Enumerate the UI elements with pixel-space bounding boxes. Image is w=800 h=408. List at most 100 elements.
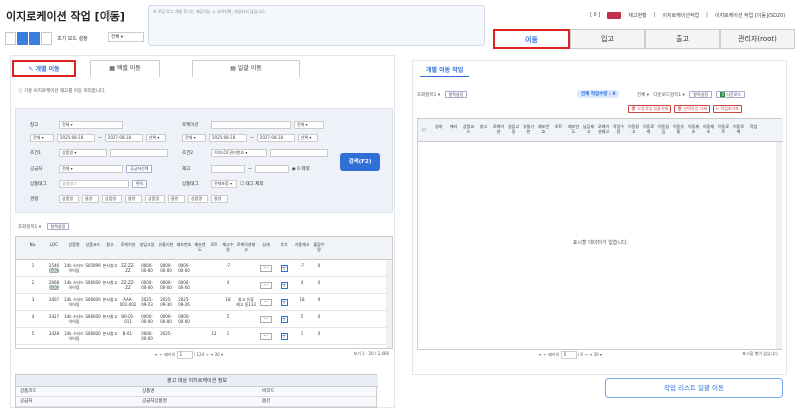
table-row[interactable]: 3 3407 14k 스터드 이어링 S06000 본사창고 AAA-001-002 202… bbox=[16, 294, 392, 311]
add-button[interactable]: + bbox=[280, 316, 288, 323]
col-header[interactable]: 유통기한 bbox=[157, 242, 175, 247]
cond2-select[interactable]: 이지LOC관리번호 ▾ bbox=[211, 149, 267, 157]
col-header[interactable]: 로케이션 bbox=[492, 124, 505, 134]
tag-button[interactable]: 편의 bbox=[132, 180, 148, 188]
add-button[interactable]: + bbox=[280, 282, 288, 289]
col-header[interactable]: 로케이션재고 bbox=[597, 124, 610, 134]
detail-button[interactable]: ⋯ bbox=[260, 265, 272, 272]
col-header[interactable]: LOC bbox=[45, 242, 63, 247]
col-header[interactable]: 이동실입 bbox=[657, 124, 670, 134]
date-to[interactable]: 2027-08-18 bbox=[104, 134, 143, 142]
delete-error-button[interactable]: 🗑 오류작업 일괄삭제 bbox=[628, 105, 672, 113]
location-input[interactable] bbox=[211, 121, 291, 129]
col-header[interactable]: No. bbox=[22, 242, 44, 247]
supplier-button[interactable]: 공급처선택 bbox=[126, 165, 153, 173]
download-select[interactable]: 다운로드항목1 ▾ bbox=[653, 93, 684, 98]
detail-button[interactable]: ⋯ bbox=[260, 299, 272, 306]
settings-icon[interactable]: ⚙ bbox=[104, 10, 113, 19]
detail-button[interactable]: ⋯ bbox=[260, 282, 272, 289]
tab-admin[interactable]: 관리자(root) bbox=[720, 29, 795, 49]
tab-individual-move[interactable]: ✎ 개별 이동 bbox=[12, 60, 76, 77]
tab-individual-work[interactable]: 개별 이동 작업 bbox=[420, 63, 470, 77]
memo-textarea[interactable]: ※ 로딩 로그 개발 로그는 제공기능 시 사라지며, 저장되지 않습니다. bbox=[148, 5, 485, 46]
tab-outbound[interactable]: 출고 bbox=[645, 29, 720, 49]
table-row[interactable]: 1 2546 LOC 14k 스터드 이어링 S05999 본사창고 ZZ-ZZ-ZZ 000… bbox=[16, 260, 392, 277]
col-header[interactable]: 남김재고 bbox=[582, 124, 595, 134]
cond1-select[interactable]: 상품명 ▾ bbox=[59, 149, 107, 157]
column-settings-button[interactable]: 항목설정 bbox=[46, 223, 70, 230]
tab-bulk-move[interactable]: ▤ 일괄 이동 bbox=[192, 60, 300, 77]
col-header[interactable]: 제조연도 bbox=[567, 124, 580, 134]
bulk-move-button[interactable]: 작업 리스트 일괄 이동 bbox=[605, 378, 783, 398]
col-header[interactable]: 상품코드 bbox=[85, 242, 101, 247]
table-row[interactable]: 2 2668 LOC 14k 스터드 이어링 S06000 본사창고 ZZ-ZZ-ZZ 000… bbox=[16, 277, 392, 294]
tab-move[interactable]: 이동 bbox=[493, 29, 570, 49]
tag-input[interactable]: 상품태그 bbox=[59, 180, 129, 188]
col-header[interactable]: 제조번호 bbox=[176, 242, 192, 247]
toggle-left-icon[interactable] bbox=[5, 32, 16, 45]
col-header[interactable]: 이동로케 bbox=[642, 124, 655, 134]
table-row[interactable]: 5 3428 14k 스터드 이어링 S06000 본사창고 B-01- 0000-00-0… bbox=[16, 328, 392, 345]
add-button[interactable]: + bbox=[280, 299, 288, 306]
scrollbar[interactable] bbox=[386, 260, 392, 348]
col-header[interactable]: 상품명 bbox=[64, 242, 84, 247]
col-header[interactable]: 실입고일 bbox=[507, 124, 520, 134]
col-header[interactable]: 로케이션재고 bbox=[236, 242, 256, 252]
col-header[interactable]: 이동로케 bbox=[732, 124, 745, 134]
select-all-checkbox[interactable]: ☐ bbox=[422, 127, 426, 132]
col-header[interactable]: 에러 bbox=[447, 124, 460, 129]
col-header[interactable]: 이동로트 bbox=[717, 124, 730, 134]
init-mode-select[interactable]: 전체 ▾ bbox=[108, 32, 144, 42]
col-header[interactable]: 유통기한 bbox=[522, 124, 535, 134]
date-from[interactable]: 2025-08-18 bbox=[57, 134, 95, 142]
stock-zero-radio[interactable]: ◉ 0 제외 bbox=[292, 166, 310, 172]
col-header[interactable]: 로케이션 bbox=[119, 242, 137, 247]
col-header[interactable]: 상태 bbox=[432, 124, 445, 129]
layout-toggle[interactable] bbox=[5, 32, 52, 45]
filter-select[interactable]: 전체 ▾ bbox=[637, 93, 649, 98]
detail-button[interactable]: ⋯ bbox=[260, 333, 272, 340]
col-header[interactable]: 작업 bbox=[747, 124, 760, 129]
delete-selected-button[interactable]: 🗑 선택작업 삭제 bbox=[674, 105, 710, 113]
toggle-full-icon[interactable] bbox=[41, 32, 52, 45]
col-header[interactable]: 창고 bbox=[477, 124, 490, 129]
tag2-select[interactable]: 전체포함 ▾ bbox=[211, 180, 237, 188]
scrollbar[interactable] bbox=[776, 142, 782, 349]
detail-button[interactable]: ⋯ bbox=[260, 316, 272, 323]
col-header[interactable]: 이동유통 bbox=[672, 124, 685, 134]
col-header[interactable]: 제조번호 bbox=[537, 124, 550, 134]
tag-exclude-check[interactable]: ☐ 태그 제외 bbox=[240, 181, 263, 187]
toggle-center-icon[interactable] bbox=[17, 32, 28, 45]
col-header[interactable]: 로트 bbox=[552, 124, 565, 129]
menu-easyloc[interactable]: 이지로케이션작업 bbox=[662, 12, 699, 19]
menu-stock[interactable]: 재고현황 bbox=[628, 12, 646, 19]
supplier-select[interactable]: 전체 ▾ bbox=[59, 165, 123, 173]
col-header[interactable]: 상세 bbox=[257, 242, 275, 247]
menu-page[interactable]: 이지로케이션 작업 [이동](SD20) bbox=[715, 12, 785, 19]
reset-button[interactable]: ↻ 작업초기화 bbox=[712, 105, 742, 113]
col-header[interactable]: 이동제조 bbox=[687, 124, 700, 134]
col-header[interactable]: 재고수량 bbox=[221, 242, 235, 252]
col-header[interactable]: 추가 bbox=[276, 242, 292, 247]
col-header[interactable]: 로트 bbox=[208, 242, 220, 247]
col-header[interactable]: 가용재고 bbox=[293, 242, 311, 247]
add-button[interactable]: + bbox=[280, 333, 288, 340]
tab-excel-move[interactable]: ▦ 엑셀 이동 bbox=[90, 60, 160, 77]
location-select[interactable]: 전체 ▾ bbox=[294, 121, 324, 129]
search-button[interactable]: 검색(F2) bbox=[340, 153, 380, 171]
table-row[interactable]: 4 3427 14k 스터드 이어링 S06000 본사창고 B0-01-011 0000-… bbox=[16, 311, 392, 328]
col-header[interactable]: 출장수량 bbox=[312, 242, 326, 252]
col-header[interactable]: 이동제조 bbox=[702, 124, 715, 134]
col-header[interactable]: 창고 bbox=[102, 242, 118, 247]
excel-download-button[interactable]: X 다운로드 bbox=[716, 91, 746, 98]
cond1-input[interactable] bbox=[110, 149, 168, 157]
col-header[interactable]: 상품코드 bbox=[462, 124, 475, 134]
cond2-input[interactable] bbox=[270, 149, 328, 157]
col-header[interactable]: 이동창고 bbox=[627, 124, 640, 134]
toggle-right-icon[interactable] bbox=[29, 32, 40, 45]
warehouse-select[interactable]: 전체 ▾ bbox=[59, 121, 123, 129]
tab-inbound[interactable]: 입고 bbox=[570, 29, 645, 49]
col-header[interactable]: 실입고일 bbox=[138, 242, 156, 247]
add-button[interactable]: + bbox=[280, 265, 288, 272]
col-header[interactable]: 작업수량 bbox=[612, 124, 625, 134]
